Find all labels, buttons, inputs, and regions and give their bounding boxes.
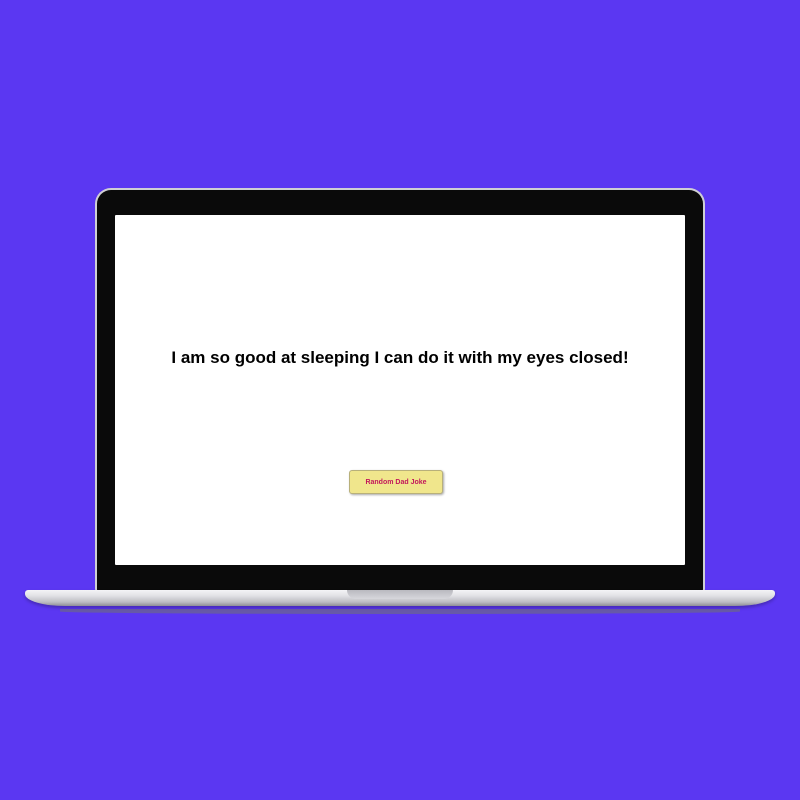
laptop-screen	[115, 215, 685, 565]
laptop-hinge-notch	[347, 590, 453, 599]
laptop-base-shadow	[60, 609, 740, 614]
joke-text: I am so good at sleeping I can do it wit…	[171, 348, 629, 367]
random-dad-joke-button[interactable]: Random Dad Joke	[349, 470, 443, 494]
